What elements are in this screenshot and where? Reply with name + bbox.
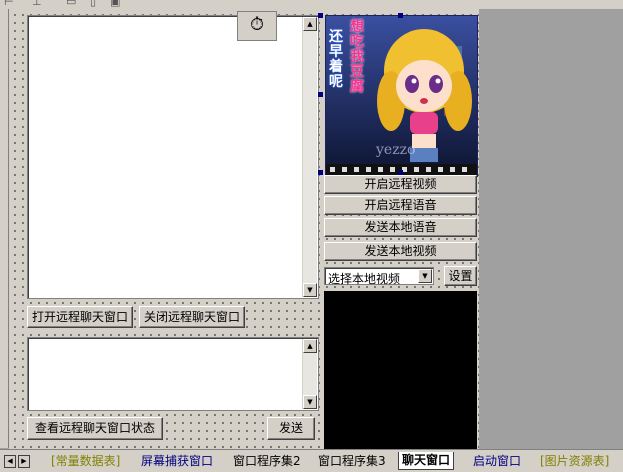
tab-item[interactable]: 窗口程序集2 <box>230 453 304 470</box>
image-caption-left: 还早着呢 <box>329 29 343 90</box>
send-button[interactable]: 发送 <box>267 417 315 440</box>
close-remote-chat-button[interactable]: 关闭远程聊天窗口 <box>139 306 245 328</box>
image-caption-right: 想吃我豆腐 <box>350 19 364 95</box>
same-height-icon[interactable]: ▯ <box>90 0 96 8</box>
settings-button[interactable]: 设置 <box>444 266 477 286</box>
local-video-select[interactable]: 选择本地视频 ▼ <box>324 267 434 286</box>
open-remote-chat-button[interactable]: 打开远程聊天窗口 <box>27 306 133 328</box>
left-ruler <box>0 9 9 448</box>
scroll-down-icon[interactable]: ▼ <box>303 283 317 297</box>
chevron-down-icon[interactable]: ▼ <box>418 269 432 283</box>
sheet-tab-bar: ◀ ▶ [常量数据表] 屏幕捕获窗口 窗口程序集2 窗口程序集3 聊天窗口 启动窗口 [图片… <box>0 449 623 472</box>
chat-form-designer: ▲ ▼ ⏱ 打开远程聊天窗口 关闭远程聊天窗口 ▲ ▼ 查看远程聊天窗口状态 发… <box>9 9 479 449</box>
start-remote-video-button[interactable]: 开启远程视频 <box>324 175 477 194</box>
video-preview-area <box>324 291 477 449</box>
send-local-video-button[interactable]: 发送本地视频 <box>324 242 477 261</box>
chat-history-textbox[interactable]: ▲ ▼ <box>27 15 319 299</box>
designer-toolbar: ⊢ ⊥ ▭ ▯ ▣ <box>0 0 623 9</box>
align-top-icon[interactable]: ⊥ <box>32 0 42 8</box>
image-watermark-text: yezzo <box>375 142 415 158</box>
cartoon-girl-image[interactable]: yezzo 还早着呢 想吃我豆腐 <box>325 15 478 177</box>
send-local-audio-button[interactable]: 发送本地语音 <box>324 218 477 237</box>
same-width-icon[interactable]: ▭ <box>66 0 76 8</box>
tab-item[interactable]: 聊天窗口 <box>398 452 455 470</box>
align-left-icon[interactable]: ⊢ <box>4 0 14 8</box>
chat-history-scrollbar[interactable]: ▲ ▼ <box>302 17 317 297</box>
tab-item[interactable]: 窗口程序集3 <box>315 453 389 470</box>
scroll-down-icon[interactable]: ▼ <box>303 395 317 409</box>
tab-next-icon[interactable]: ▶ <box>18 455 30 468</box>
resize-handle[interactable] <box>318 13 323 18</box>
resize-handle[interactable] <box>318 170 323 175</box>
tab-item[interactable]: [常量数据表] <box>48 453 123 470</box>
message-input-scrollbar[interactable]: ▲ ▼ <box>302 339 317 409</box>
scroll-up-icon[interactable]: ▲ <box>303 339 317 353</box>
same-size-icon[interactable]: ▣ <box>110 0 120 8</box>
tab-item[interactable]: 启动窗口 <box>470 453 524 470</box>
scroll-up-icon[interactable]: ▲ <box>303 17 317 31</box>
local-video-select-value: 选择本地视频 <box>328 272 401 286</box>
tab-item[interactable]: [图片资源表] <box>537 453 612 470</box>
tab-item[interactable]: 屏幕捕获窗口 <box>138 453 216 470</box>
view-chat-status-button[interactable]: 查看远程聊天窗口状态 <box>27 417 163 440</box>
resize-handle[interactable] <box>318 92 323 97</box>
message-input-textbox[interactable]: ▲ ▼ <box>27 337 319 411</box>
resize-handle[interactable] <box>398 13 403 18</box>
tab-prev-icon[interactable]: ◀ <box>4 455 16 468</box>
timer-icon[interactable]: ⏱ <box>237 11 277 41</box>
start-remote-audio-button[interactable]: 开启远程语音 <box>324 196 477 215</box>
